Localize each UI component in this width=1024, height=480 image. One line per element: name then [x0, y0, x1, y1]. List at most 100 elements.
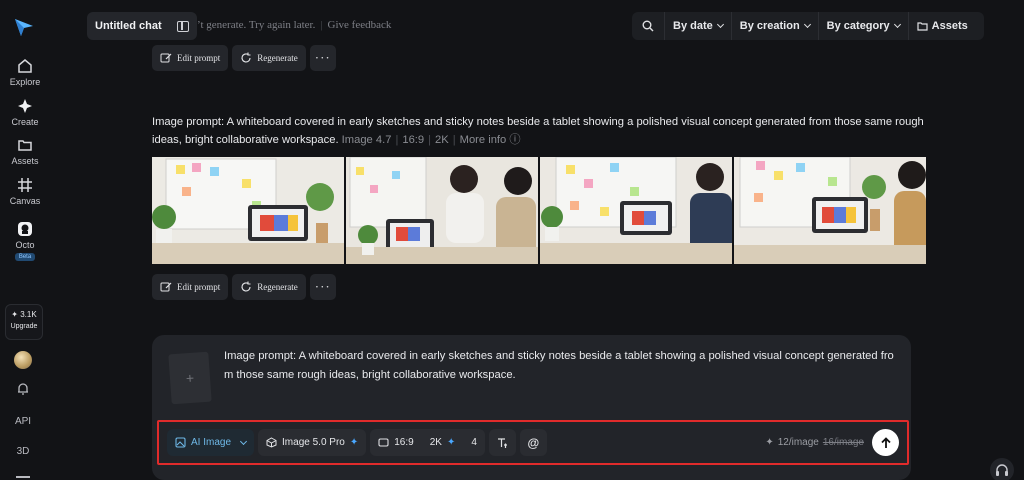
chevron-down-icon [893, 20, 901, 29]
model-label: Image 5.0 Pro [282, 437, 345, 448]
filter-bar: By date By creation By category Assets [632, 12, 984, 40]
upgrade-button[interactable]: ✦ 3.1K Upgrade [5, 304, 43, 340]
mode-dropdown[interactable]: AI Image [167, 429, 255, 456]
edit-prompt-button[interactable]: Edit prompt [152, 274, 229, 300]
give-feedback-link[interactable]: Give feedback [328, 19, 392, 31]
plus-icon: + [185, 369, 195, 387]
resolution-label: 2K [429, 437, 442, 448]
regenerate-label: Regenerate [257, 53, 298, 63]
model-tag: Image 4.7 [341, 134, 392, 146]
error-message: ’t generate. Try again later. | Give feedb… [197, 19, 392, 31]
generated-images [152, 157, 926, 264]
prompt-input[interactable]: Image prompt: A whiteboard covered in ea… [224, 347, 894, 385]
cost-label: 12/image [777, 437, 819, 448]
generated-image[interactable] [346, 157, 538, 264]
result-prompt: Image prompt: A whiteboard covered in ea… [152, 113, 924, 149]
generated-image[interactable] [152, 157, 344, 264]
refresh-icon [241, 52, 251, 63]
assets-button[interactable]: Assets [907, 12, 976, 40]
sidebar-item-create[interactable]: Create [0, 98, 50, 127]
generated-image[interactable] [540, 157, 732, 264]
mention-button[interactable]: @ [519, 429, 547, 456]
credits-count: ✦ 3.1K [11, 310, 37, 319]
support-button[interactable] [990, 458, 1014, 480]
sidebar-toggle-icon[interactable] [177, 20, 189, 32]
by-creation-label: By creation [739, 20, 800, 32]
at-icon: @ [527, 435, 540, 450]
mode-label: AI Image [191, 437, 232, 448]
upgrade-label: Upgrade [10, 323, 38, 330]
sidebar-item-label: Create [11, 117, 39, 127]
more-options-button[interactable]: ··· [309, 45, 336, 71]
chevron-down-icon [716, 20, 724, 29]
by-category-dropdown[interactable]: By category [817, 12, 908, 40]
sidebar-item-label: Canvas [9, 196, 41, 206]
model-selector[interactable]: Image 5.0 Pro ✦ [258, 429, 367, 456]
edit-prompt-label: Edit prompt [177, 282, 221, 292]
chat-title: Untitled chat [95, 20, 162, 32]
composer-toolbar: AI Image Image 5.0 Pro ✦ 16:9 2K ✦ 4 @ ✦… [157, 420, 909, 465]
sidebar-item-assets[interactable]: Assets [0, 137, 50, 166]
by-date-dropdown[interactable]: By date [664, 12, 731, 40]
prompt-text: Image prompt: A whiteboard covered in ea… [152, 116, 924, 146]
folder-icon [917, 22, 928, 31]
more-info-link[interactable]: More info [460, 134, 507, 146]
result-meta: Image 4.7 | 16:9 | 2K | More info ⓘ [341, 134, 521, 146]
regenerate-label: Regenerate [257, 282, 298, 292]
edit-icon [160, 282, 172, 292]
cube-icon [266, 437, 277, 448]
regenerate-button[interactable]: Regenerate [232, 45, 306, 71]
sparkle-icon [18, 99, 32, 113]
by-category-label: By category [826, 20, 890, 32]
original-cost-label: 16/image [822, 437, 864, 448]
action-row-top: Edit prompt Regenerate ··· [152, 45, 336, 71]
app-logo-icon[interactable] [13, 16, 35, 38]
avatar[interactable] [14, 351, 32, 369]
headset-icon [996, 464, 1008, 476]
canvas-icon [18, 178, 32, 192]
ratio-tag: 16:9 [402, 134, 425, 146]
sidebar-item-label: Assets [11, 156, 39, 166]
chevron-down-icon [239, 437, 248, 445]
edit-prompt-button[interactable]: Edit prompt [152, 45, 229, 71]
aspect-ratio-icon [378, 438, 389, 447]
more-options-button[interactable]: ··· [309, 274, 336, 300]
api-link[interactable]: API [0, 416, 46, 427]
regenerate-button[interactable]: Regenerate [232, 274, 306, 300]
add-reference-image-button[interactable]: + [168, 351, 212, 405]
text-style-button[interactable] [488, 429, 516, 456]
cost-indicator: ✦ 12/image 16/image [765, 437, 864, 448]
sidebar-item-explore[interactable]: Explore [0, 58, 50, 87]
chat-title-button[interactable]: Untitled chat [87, 12, 197, 40]
folder-icon [18, 140, 32, 151]
by-creation-dropdown[interactable]: By creation [730, 12, 818, 40]
search-icon [642, 20, 654, 32]
3d-link[interactable]: 3D [0, 446, 46, 457]
send-button[interactable] [872, 429, 899, 456]
edit-prompt-label: Edit prompt [177, 53, 221, 63]
sidebar-item-octo[interactable]: Octo Beta [0, 221, 50, 261]
search-button[interactable] [632, 12, 664, 40]
by-date-label: By date [673, 20, 713, 32]
home-icon [18, 59, 32, 73]
error-text: ’t generate. Try again later. [197, 19, 316, 31]
image-icon [175, 437, 186, 448]
action-row-bottom: Edit prompt Regenerate ··· [152, 274, 336, 300]
sidebar-item-canvas[interactable]: Canvas [0, 177, 50, 206]
app-root: Explore Create Assets Canvas Octo Beta ✦… [0, 0, 1024, 480]
beta-badge: Beta [14, 253, 36, 261]
sparkle-icon: ✦ [349, 437, 359, 448]
ratio-label: 16:9 [394, 437, 414, 448]
output-settings[interactable]: 16:9 2K ✦ 4 [370, 429, 485, 456]
generated-image[interactable] [734, 157, 926, 264]
text-format-icon [498, 437, 508, 448]
assets-label: Assets [931, 20, 968, 32]
bell-icon[interactable] [16, 382, 30, 396]
sparkle-icon: ✦ [446, 437, 456, 448]
sidebar-item-label: Explore [9, 77, 41, 87]
image-count-label: 4 [471, 437, 477, 448]
resolution-tag: 2K [435, 134, 449, 146]
sidebar-item-label: Octo [15, 240, 35, 250]
chevron-down-icon [803, 20, 811, 29]
menu-icon[interactable] [16, 476, 30, 478]
